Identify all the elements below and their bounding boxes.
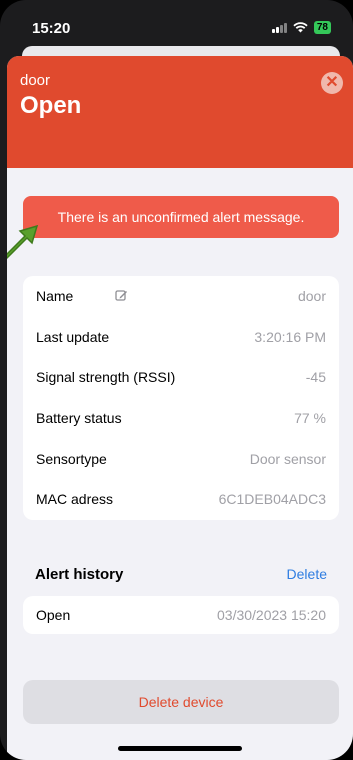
close-button[interactable]: ✕ [321,72,343,94]
detail-value: -45 [305,369,326,386]
device-header: door Open ✕ [7,56,353,168]
detail-value: Door sensor [249,450,326,467]
alert-history-delete-button[interactable]: Delete [287,566,327,582]
detail-row-sensortype: Sensortype Door sensor [23,438,339,479]
detail-value: 77 % [294,410,326,427]
detail-label: Signal strength (RSSI) [36,369,176,386]
battery-icon: 78 [313,21,331,34]
detail-row-mac-address: MAC adress 6C1DEB04ADC3 [23,479,339,520]
alert-history-title: Alert history [35,566,124,583]
detail-row-battery-status: Battery status 77 % [23,398,339,439]
status-time: 15:20 [32,20,71,37]
status-icons: 78 [271,21,331,34]
detail-label: Sensortype [36,450,107,467]
device-state: Open [20,92,82,119]
detail-label: MAC adress [36,491,114,508]
edit-icon[interactable] [115,289,128,302]
delete-device-button[interactable]: Delete device [23,680,339,724]
alert-event: Open [36,607,71,623]
alert-history-item[interactable]: Open 03/30/2023 15:20 [23,596,339,634]
detail-label: Name [36,288,74,305]
detail-value: 6C1DEB04ADC3 [218,491,326,508]
detail-value: door [297,288,326,305]
alert-timestamp: 03/30/2023 15:20 [217,607,326,623]
detail-row-signal-strength: Signal strength (RSSI) -45 [23,357,339,398]
detail-value: 3:20:16 PM [254,328,326,345]
detail-row-last-update: Last update 3:20:16 PM [23,317,339,358]
detail-row-name[interactable]: Name door [23,276,339,317]
detail-label: Last update [36,328,110,345]
status-bar: 15:20 78 [0,0,353,44]
pointer-arrow-icon [7,224,39,260]
phone-screen: 15:20 78 door Open ✕ There is an unconfi… [0,0,353,760]
wifi-icon [293,22,308,33]
unconfirmed-alert-banner[interactable]: There is an unconfirmed alert message. [23,196,339,238]
home-indicator [118,746,242,751]
device-info-card: Name door Last update 3:20:16 PM Signal … [23,276,339,520]
detail-label: Battery status [36,410,122,427]
device-name: door [20,72,51,89]
cellular-signal-icon [271,22,287,33]
device-detail-sheet: door Open ✕ There is an unconfirmed aler… [7,56,353,760]
close-icon: ✕ [325,74,339,91]
alert-history-card: Open 03/30/2023 15:20 [23,596,339,634]
